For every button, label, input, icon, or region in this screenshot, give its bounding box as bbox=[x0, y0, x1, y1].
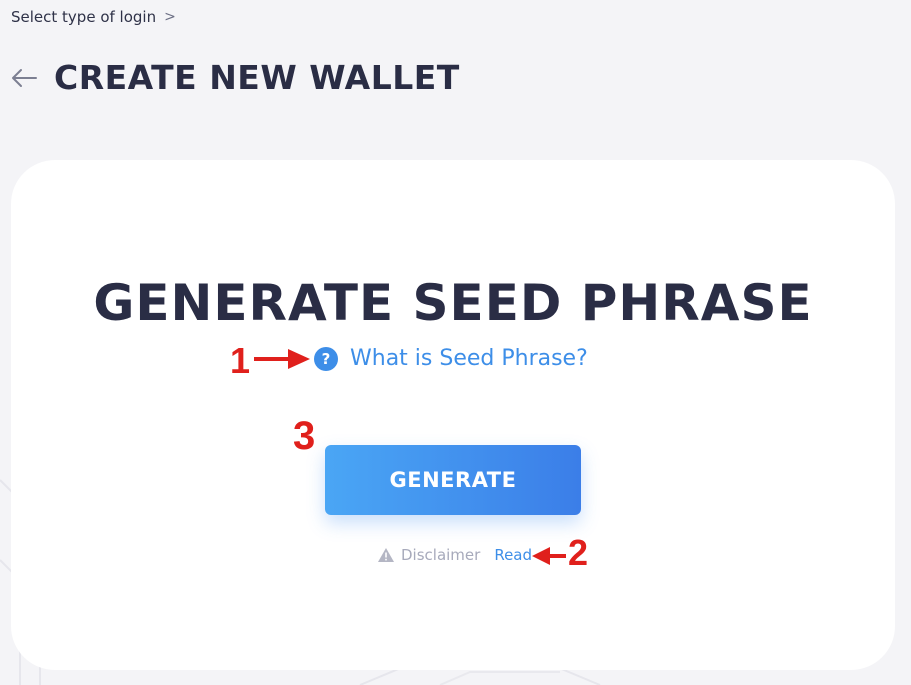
page-header: CREATE NEW WALLET bbox=[10, 58, 460, 97]
read-disclaimer-link[interactable]: Read bbox=[494, 546, 532, 564]
chevron-right-icon: > bbox=[164, 9, 176, 25]
question-circle-icon[interactable]: ? bbox=[314, 346, 338, 371]
what-is-seed-phrase-link[interactable]: ? What is Seed Phrase? bbox=[314, 346, 588, 371]
arrow-left-icon[interactable] bbox=[10, 68, 38, 88]
seed-phrase-card: GENERATE SEED PHRASE ? What is Seed Phra… bbox=[11, 160, 895, 670]
disclaimer-row: Disclaimer Read bbox=[377, 546, 532, 564]
annotation-number-1: 1 bbox=[230, 340, 251, 381]
annotation-arrow-right-icon bbox=[254, 349, 310, 369]
generate-button[interactable]: GENERATE bbox=[325, 445, 581, 515]
breadcrumb[interactable]: Select type of login > bbox=[11, 8, 176, 26]
disclaimer-label: Disclaimer bbox=[401, 546, 481, 564]
annotation-number-3: 3 bbox=[293, 414, 316, 458]
page-title: CREATE NEW WALLET bbox=[54, 58, 460, 97]
help-link-label[interactable]: What is Seed Phrase? bbox=[350, 346, 588, 371]
breadcrumb-label[interactable]: Select type of login bbox=[11, 8, 156, 26]
card-title: GENERATE SEED PHRASE bbox=[93, 274, 813, 332]
annotation-arrow-left-icon bbox=[532, 547, 566, 565]
warning-icon bbox=[378, 548, 394, 562]
annotation-number-2: 2 bbox=[568, 532, 589, 573]
